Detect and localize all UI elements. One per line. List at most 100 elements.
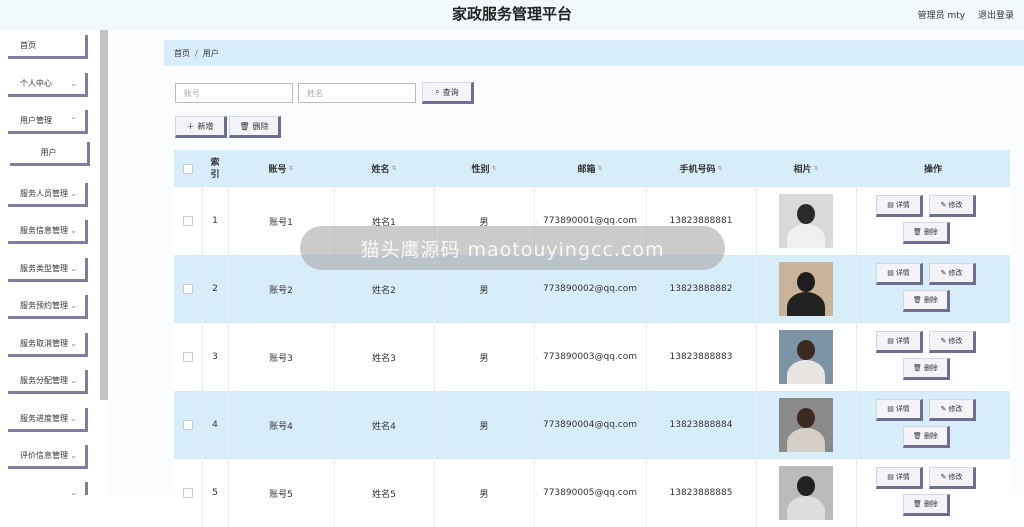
cell-ops: ▤ 详情 ✎ 修改 🗑 删除 bbox=[856, 323, 1010, 391]
cell-account: 账号4 bbox=[269, 421, 293, 432]
select-all-checkbox[interactable] bbox=[183, 163, 193, 174]
sort-icon[interactable]: ⇅ bbox=[717, 165, 722, 172]
main-content: 首页 / 用户 ⌕查询 ＋新增 🗑删除 索引 账号⇅ 姓名⇅ 性别⇅ 邮箱⇅ 手… bbox=[108, 30, 1024, 527]
column-divider bbox=[534, 323, 535, 391]
detail-button[interactable]: ▤ 详情 bbox=[876, 331, 923, 353]
delete-button-label: 删除 bbox=[923, 432, 938, 440]
user-photo[interactable] bbox=[779, 262, 833, 316]
row-select-cell[interactable] bbox=[174, 391, 202, 459]
cell-account: 账号5 bbox=[269, 489, 293, 500]
user-photo[interactable] bbox=[779, 466, 833, 520]
row-select-cell[interactable] bbox=[174, 255, 202, 323]
row-select-cell[interactable] bbox=[174, 459, 202, 527]
row-delete-button[interactable]: 🗑 删除 bbox=[903, 426, 950, 448]
detail-button[interactable]: ▤ 详情 bbox=[876, 399, 923, 421]
plus-icon: ＋ bbox=[186, 121, 195, 131]
sidebar-subitem-user[interactable]: 用户 bbox=[10, 142, 90, 166]
col-gender[interactable]: 性别 ⇅ bbox=[434, 150, 534, 187]
sidebar-item-booking[interactable]: 服务预约管理 ⌄ bbox=[8, 295, 88, 319]
breadcrumb-home[interactable]: 首页 bbox=[174, 48, 190, 59]
row-delete-button[interactable]: 🗑 删除 bbox=[903, 290, 950, 312]
photo-body-shape bbox=[787, 360, 825, 384]
document-icon: ▤ bbox=[887, 337, 894, 345]
edit-icon: ✎ bbox=[940, 337, 947, 345]
row-checkbox[interactable] bbox=[183, 488, 193, 498]
sidebar-item-profile[interactable]: 个人中心 ⌄ bbox=[8, 73, 88, 97]
user-photo[interactable] bbox=[779, 398, 833, 452]
edit-button[interactable]: ✎ 修改 bbox=[929, 263, 976, 285]
cell-gender: 男 bbox=[479, 217, 489, 228]
row-checkbox[interactable] bbox=[183, 352, 193, 362]
row-checkbox[interactable] bbox=[183, 420, 193, 430]
row-delete-button[interactable]: 🗑 删除 bbox=[903, 358, 950, 380]
column-divider bbox=[434, 187, 435, 255]
sidebar-item-label: 用户管理 bbox=[20, 116, 52, 125]
column-divider bbox=[334, 459, 335, 527]
sort-icon[interactable]: ⇅ bbox=[597, 165, 602, 172]
sort-icon[interactable]: ⇅ bbox=[491, 165, 496, 172]
col-email[interactable]: 邮箱 ⇅ bbox=[534, 150, 646, 187]
edit-button[interactable]: ✎ 修改 bbox=[929, 467, 976, 489]
user-photo[interactable] bbox=[779, 194, 833, 248]
column-divider bbox=[334, 323, 335, 391]
query-button[interactable]: ⌕ 查询 bbox=[422, 82, 474, 104]
row-select-cell[interactable] bbox=[174, 187, 202, 255]
col-index: 索引 bbox=[202, 150, 228, 187]
sidebar-item-staff-mgmt[interactable]: 服务人员管理 ⌄ bbox=[8, 183, 88, 207]
sort-icon[interactable]: ⇅ bbox=[288, 165, 293, 172]
edit-button[interactable]: ✎ 修改 bbox=[929, 399, 976, 421]
sidebar-item-assign[interactable]: 服务分配管理 ⌄ bbox=[8, 370, 88, 394]
row-delete-button[interactable]: 🗑 删除 bbox=[903, 222, 950, 244]
col-gender-label: 性别 bbox=[471, 165, 490, 175]
user-photo[interactable] bbox=[779, 330, 833, 384]
sidebar-item-service-type[interactable]: 服务类型管理 ⌄ bbox=[8, 258, 88, 282]
select-all-cell[interactable] bbox=[174, 150, 202, 187]
account-search-input[interactable] bbox=[175, 83, 293, 103]
edit-button[interactable]: ✎ 修改 bbox=[929, 331, 976, 353]
trash-icon: 🗑 bbox=[913, 228, 922, 236]
user-info: 管理员 mty 退出登录 bbox=[908, 8, 1014, 21]
sort-icon[interactable]: ⇅ bbox=[391, 165, 396, 172]
col-name[interactable]: 姓名 ⇅ bbox=[334, 150, 434, 187]
batch-delete-button[interactable]: 🗑 删除 bbox=[229, 116, 281, 138]
sidebar-item-cancel[interactable]: 服务取消管理 ⌄ bbox=[8, 333, 88, 357]
detail-button-label: 详情 bbox=[895, 473, 910, 481]
column-divider bbox=[756, 391, 757, 459]
chevron-down-icon: ⌄ bbox=[70, 376, 77, 385]
cell-phone: 13823888884 bbox=[669, 420, 733, 430]
sidebar-item-label: 用户 bbox=[40, 148, 57, 157]
col-phone[interactable]: 手机号码 ⇅ bbox=[646, 150, 756, 187]
sidebar-item-home[interactable]: 首页 bbox=[8, 35, 88, 59]
add-button[interactable]: ＋新增 bbox=[175, 116, 227, 138]
table-row: 2 账号2 姓名2 男 773890002@qq.com 13823888882… bbox=[174, 255, 1010, 323]
sidebar-item-more[interactable]: ⌄ bbox=[8, 482, 88, 495]
cell-email: 773890002@qq.com bbox=[542, 284, 638, 294]
detail-button[interactable]: ▤ 详情 bbox=[876, 195, 923, 217]
col-account[interactable]: 账号 ⇅ bbox=[228, 150, 334, 187]
row-checkbox[interactable] bbox=[183, 216, 193, 226]
sidebar-item-user-mgmt[interactable]: 用户管理 ⌃ bbox=[8, 110, 88, 134]
current-user-label: 管理员 mty bbox=[917, 11, 966, 21]
row-delete-button[interactable]: 🗑 删除 bbox=[903, 494, 950, 516]
sidebar-scrollbar[interactable] bbox=[100, 30, 108, 400]
edit-icon: ✎ bbox=[940, 269, 947, 277]
sidebar-item-label: 服务进度管理 bbox=[20, 414, 68, 423]
detail-button[interactable]: ▤ 详情 bbox=[876, 467, 923, 489]
column-divider bbox=[334, 187, 335, 255]
column-divider bbox=[334, 255, 335, 323]
edit-button[interactable]: ✎ 修改 bbox=[929, 195, 976, 217]
detail-button[interactable]: ▤ 详情 bbox=[876, 263, 923, 285]
photo-body-shape bbox=[787, 428, 825, 452]
chevron-down-icon: ⌄ bbox=[70, 226, 77, 235]
row-select-cell[interactable] bbox=[174, 323, 202, 391]
row-checkbox[interactable] bbox=[183, 284, 193, 294]
sort-icon[interactable]: ⇅ bbox=[813, 165, 818, 172]
sidebar-item-progress[interactable]: 服务进度管理 ⌄ bbox=[8, 408, 88, 432]
sidebar-item-review[interactable]: 评价信息管理 ⌄ bbox=[8, 445, 88, 469]
col-email-label: 邮箱 bbox=[577, 165, 596, 175]
logout-link[interactable]: 退出登录 bbox=[978, 11, 1014, 21]
col-photo[interactable]: 相片 ⇅ bbox=[756, 150, 856, 187]
detail-button-label: 详情 bbox=[895, 337, 910, 345]
sidebar-item-service-info[interactable]: 服务信息管理 ⌄ bbox=[8, 220, 88, 244]
name-search-input[interactable] bbox=[298, 83, 416, 103]
